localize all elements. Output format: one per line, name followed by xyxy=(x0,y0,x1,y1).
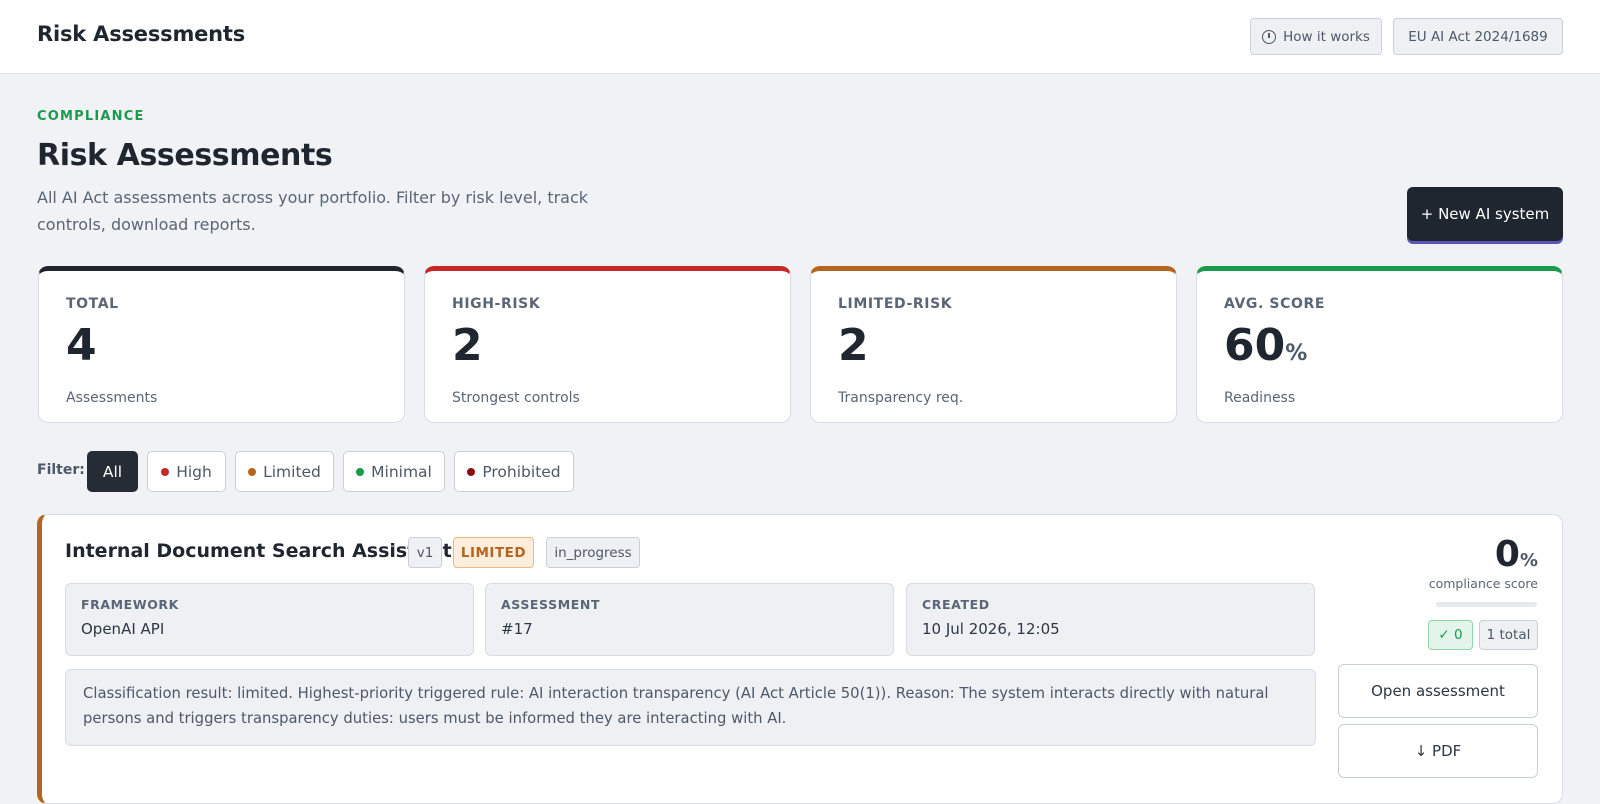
stat-value: 2 xyxy=(452,320,483,371)
passed-controls-badge: ✓ 0 xyxy=(1428,620,1473,650)
filter-chip-limited[interactable]: Limited xyxy=(235,451,334,492)
stat-label: AVG. SCORE xyxy=(1224,296,1326,312)
stat-sub: Strongest controls xyxy=(452,390,580,406)
filter-chip-label: Minimal xyxy=(371,462,432,481)
risk-dot-icon xyxy=(248,467,257,476)
meta-framework: FRAMEWORK OpenAI API xyxy=(65,583,474,656)
filter-chip-label: Limited xyxy=(263,462,321,481)
new-ai-system-button[interactable]: + New AI system xyxy=(1407,187,1563,241)
topbar-title: Risk Assessments xyxy=(37,22,246,46)
stat-card-high-risk: HIGH-RISK 2 Strongest controls xyxy=(424,266,791,423)
filter-chip-high[interactable]: High xyxy=(147,451,226,492)
stat-value: 60% xyxy=(1224,320,1308,371)
risk-dot-icon xyxy=(356,467,365,476)
filter-chip-prohibited[interactable]: Prohibited xyxy=(454,451,574,492)
risk-level-tag: LIMITED xyxy=(453,537,534,568)
meta-value: #17 xyxy=(501,620,533,638)
classification-summary: Classification result: limited. Highest-… xyxy=(65,669,1316,746)
risk-dot-icon xyxy=(467,467,476,476)
version-tag: v1 xyxy=(408,537,442,568)
stat-card-avg-score: AVG. SCORE 60% Readiness xyxy=(1196,266,1563,423)
stat-value: 4 xyxy=(66,320,97,371)
total-controls-badge: 1 total xyxy=(1479,620,1538,650)
meta-label: ASSESSMENT xyxy=(501,597,601,612)
open-assessment-button[interactable]: Open assessment xyxy=(1338,664,1538,718)
stat-sub: Transparency req. xyxy=(838,390,964,406)
meta-assessment: ASSESSMENT #17 xyxy=(485,583,894,656)
meta-created: CREATED 10 Jul 2026, 12:05 xyxy=(906,583,1315,656)
stat-label: LIMITED-RISK xyxy=(838,296,953,312)
clock-icon xyxy=(1262,29,1277,44)
page-description: All AI Act assessments across your portf… xyxy=(37,188,589,234)
meta-value: 10 Jul 2026, 12:05 xyxy=(922,620,1060,638)
stat-sub: Assessments xyxy=(66,390,158,406)
score-caption: compliance score xyxy=(1428,576,1538,591)
page-title: Risk Assessments xyxy=(37,138,333,173)
assessment-title: Internal Document Search Assistant xyxy=(65,540,452,562)
stat-label: HIGH-RISK xyxy=(452,296,541,312)
stat-card-limited-risk: LIMITED-RISK 2 Transparency req. xyxy=(810,266,1177,423)
filter-chip-all[interactable]: All xyxy=(87,451,138,492)
regulation-badge[interactable]: EU AI Act 2024/1689 xyxy=(1393,18,1563,55)
score-progress-bar xyxy=(1436,602,1537,607)
stat-value: 2 xyxy=(838,320,869,371)
meta-label: FRAMEWORK xyxy=(81,597,179,612)
how-it-works-label: How it works xyxy=(1283,28,1370,45)
download-pdf-button[interactable]: ↓ PDF xyxy=(1338,724,1538,778)
filter-chip-label: All xyxy=(102,462,123,481)
filter-chip-minimal[interactable]: Minimal xyxy=(343,451,445,492)
top-bar: Risk Assessments How it works EU AI Act … xyxy=(0,0,1600,74)
meta-value: OpenAI API xyxy=(81,620,165,638)
status-tag: in_progress xyxy=(546,537,640,568)
stat-card-total: TOTAL 4 Assessments xyxy=(38,266,405,423)
how-it-works-button[interactable]: How it works xyxy=(1250,18,1382,55)
stat-sub: Readiness xyxy=(1224,390,1296,406)
meta-label: CREATED xyxy=(922,597,990,612)
filter-chip-label: Prohibited xyxy=(482,462,561,481)
risk-dot-icon xyxy=(161,467,170,476)
compliance-score: 0% xyxy=(1494,534,1538,575)
section-eyebrow: COMPLIANCE xyxy=(37,109,145,124)
stat-label: TOTAL xyxy=(66,296,119,312)
filter-chip-label: High xyxy=(176,462,212,481)
filter-label: Filter: xyxy=(37,462,85,478)
